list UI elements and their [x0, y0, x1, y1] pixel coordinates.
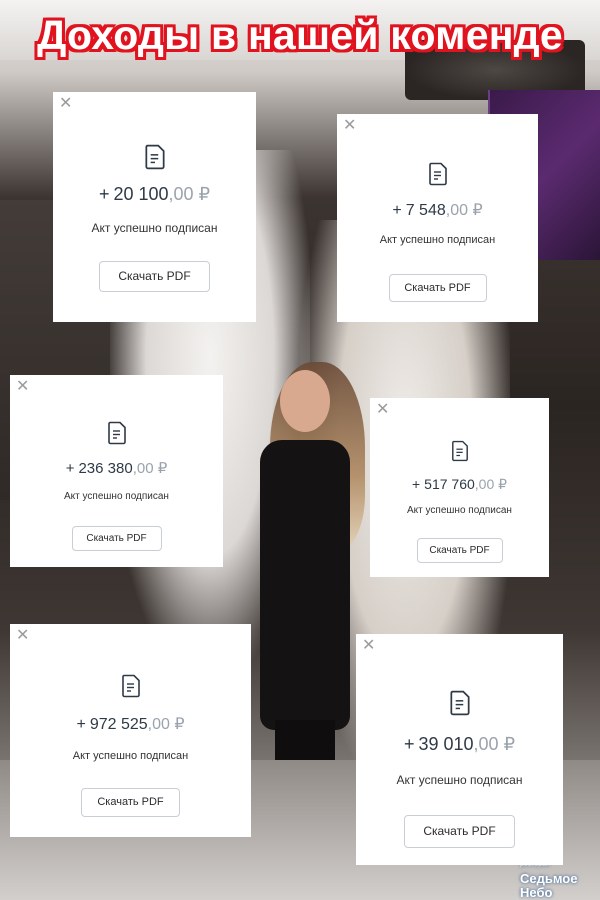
payment-card: ✕ +236 380,00 ₽ Акт успешно подписан Ска…: [10, 375, 223, 567]
download-pdf-button[interactable]: Скачать PDF: [71, 526, 162, 551]
page-title: Доходы в нашей коменде: [37, 12, 563, 58]
amount-integer: 236 380: [78, 460, 133, 477]
status-text: Акт успешно подписан: [396, 773, 523, 787]
amount-kopecks: ,00 ₽: [473, 734, 516, 754]
download-pdf-button[interactable]: Скачать PDF: [99, 261, 210, 292]
watermark-line-1: Седьмое: [520, 871, 578, 886]
amount-sign: +: [403, 734, 415, 754]
status-text: Акт успешно подписан: [379, 234, 496, 246]
payment-card: ✕ +39 010,00 ₽ Акт успешно подписан Скач…: [356, 634, 563, 865]
amount: +39 010,00 ₽: [356, 734, 563, 755]
close-icon[interactable]: ✕: [343, 118, 356, 134]
close-icon[interactable]: ✕: [59, 96, 72, 112]
status-text: Акт успешно подписан: [64, 491, 169, 502]
amount-integer: 7 548: [405, 202, 446, 219]
amount-integer: 39 010: [418, 734, 474, 754]
download-pdf-button[interactable]: Скачать PDF: [388, 274, 487, 302]
amount-kopecks: ,00 ₽: [147, 716, 185, 733]
amount-integer: 20 100: [113, 184, 169, 204]
payment-card: ✕ +20 100,00 ₽ Акт успешно подписан Скач…: [53, 92, 256, 322]
amount: +517 760,00 ₽: [370, 476, 549, 493]
download-pdf-button[interactable]: Скачать PDF: [81, 788, 180, 817]
payment-card: ✕ +7 548,00 ₽ Акт успешно подписан Скача…: [337, 114, 538, 322]
document-icon: [121, 674, 140, 698]
close-icon[interactable]: ✕: [362, 638, 375, 654]
amount: +972 525,00 ₽: [10, 714, 251, 734]
amount-sign: +: [411, 476, 421, 492]
watermark-line-2: Небо: [520, 885, 553, 900]
payment-card: ✕ +972 525,00 ₽ Акт успешно подписан Ска…: [10, 624, 251, 837]
amount-integer: 972 525: [89, 716, 148, 733]
amount-sign: +: [65, 460, 75, 477]
person-dress: [260, 440, 350, 730]
close-icon[interactable]: ✕: [376, 402, 389, 418]
status-text: Акт успешно подписан: [91, 221, 218, 235]
amount-sign: +: [98, 184, 110, 204]
amount-kopecks: ,00 ₽: [168, 184, 211, 204]
amount-kopecks: ,00 ₽: [445, 202, 483, 219]
download-pdf-button[interactable]: Скачать PDF: [416, 538, 503, 563]
amount: +7 548,00 ₽: [337, 200, 538, 220]
document-icon: [144, 144, 165, 170]
document-icon: [428, 162, 447, 186]
amount-sign: +: [392, 202, 402, 219]
close-icon[interactable]: ✕: [16, 379, 29, 395]
payment-card: ✕ +517 760,00 ₽ Акт успешно подписан Ска…: [370, 398, 549, 577]
amount: +236 380,00 ₽: [10, 459, 223, 477]
amount-integer: 517 760: [424, 476, 475, 492]
document-icon: [449, 690, 470, 716]
person-head: [280, 370, 330, 432]
amount-kopecks: ,00 ₽: [132, 460, 168, 477]
document-icon: [107, 421, 126, 445]
amount-kopecks: ,00 ₽: [474, 476, 508, 492]
close-icon[interactable]: ✕: [16, 628, 29, 644]
amount: +20 100,00 ₽: [53, 184, 256, 205]
amount-sign: +: [76, 716, 86, 733]
download-pdf-button[interactable]: Скачать PDF: [404, 815, 515, 848]
status-text: Акт успешно подписан: [72, 750, 189, 762]
status-text: Акт успешно подписан: [407, 505, 512, 516]
document-icon: [451, 440, 468, 462]
